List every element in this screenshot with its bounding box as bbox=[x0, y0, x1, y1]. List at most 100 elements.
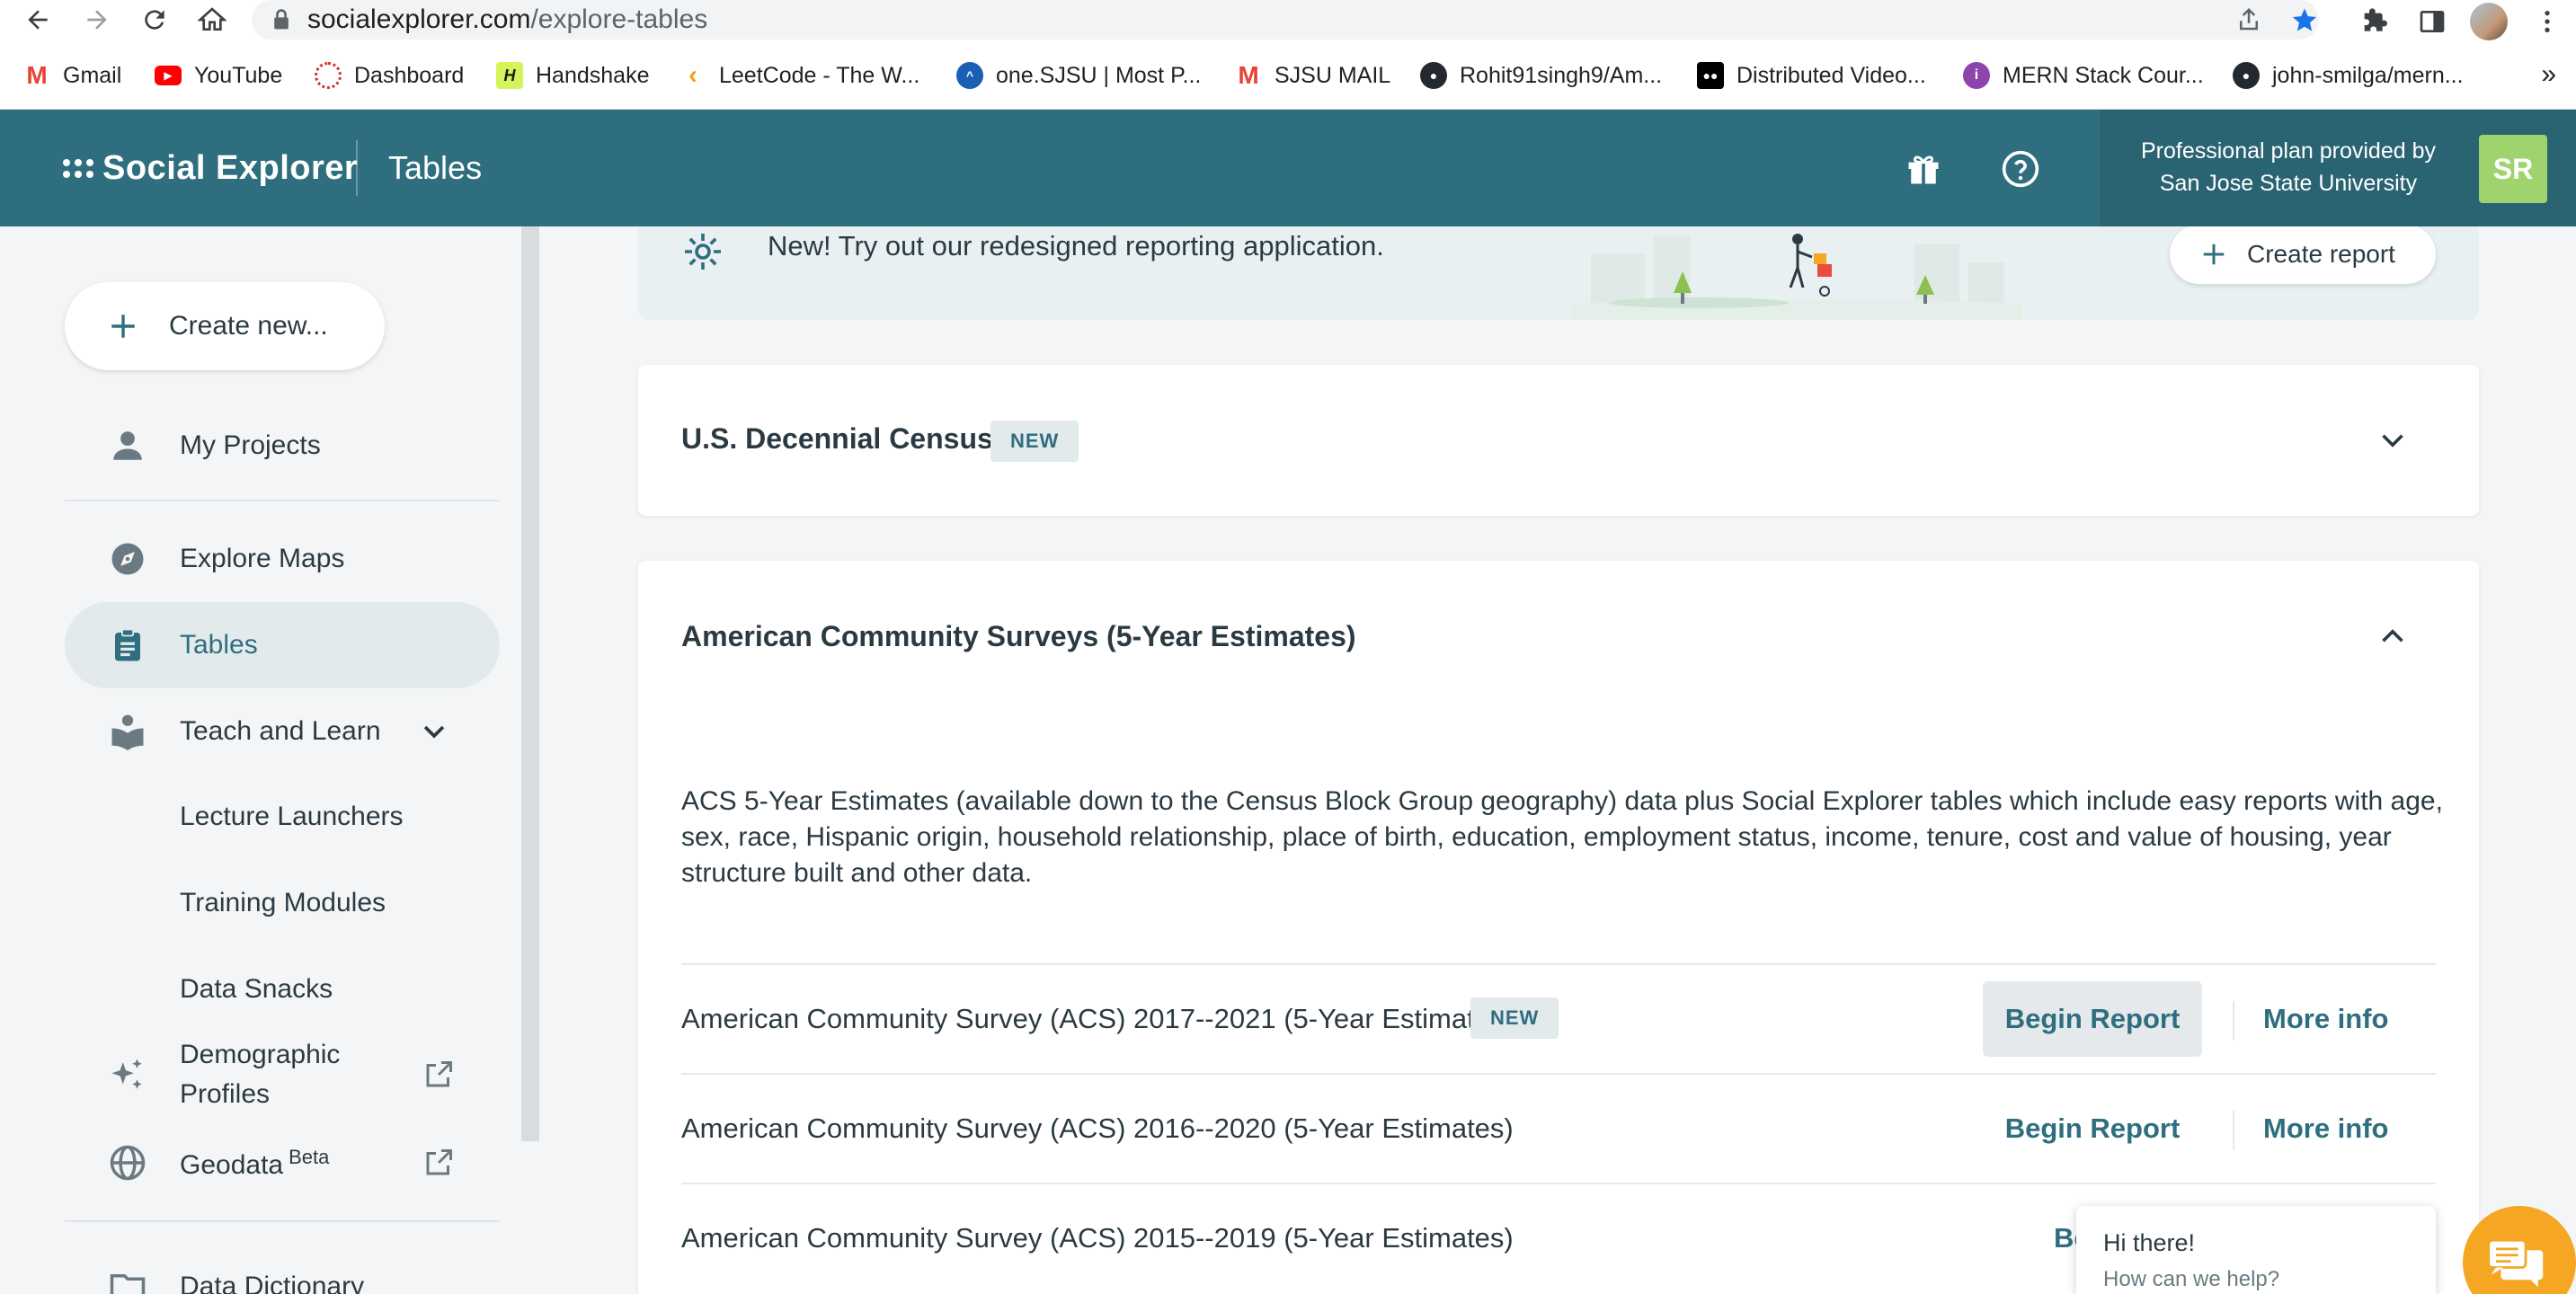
kebab-menu-icon bbox=[2545, 11, 2550, 32]
plan-info: Professional plan provided by San Jose S… bbox=[2100, 110, 2576, 226]
globe-icon bbox=[108, 1143, 147, 1183]
bookmark-dashboard[interactable]: Dashboard bbox=[315, 59, 464, 92]
banner-text: New! Try out our redesigned reporting ap… bbox=[768, 230, 1384, 261]
home-button[interactable] bbox=[194, 2, 230, 38]
sidebar: Create new... My Projects Explore Maps T… bbox=[0, 226, 521, 1294]
bookmark-one-sjsu[interactable]: ^ one.SJSU | Most P... bbox=[956, 59, 1201, 92]
brand-name: Social Explorer bbox=[102, 148, 359, 187]
plus-icon bbox=[2203, 244, 2225, 265]
begin-report-button[interactable]: Begin Report bbox=[1983, 1091, 2202, 1166]
leetcode-icon: ‹ bbox=[688, 60, 697, 90]
puzzle-icon bbox=[2364, 8, 2387, 31]
person-icon bbox=[108, 426, 147, 465]
chat-greeting: Hi there! bbox=[2103, 1229, 2196, 1256]
table-row: American Community Survey (ACS) 2017--20… bbox=[681, 963, 2436, 1073]
whats-new-button[interactable] bbox=[1902, 147, 1945, 191]
header-section-title: Tables bbox=[388, 149, 483, 186]
create-new-label: Create new... bbox=[169, 311, 328, 341]
url-text: socialexplorer.com/explore-tables bbox=[307, 4, 708, 34]
bookmark-youtube[interactable]: ▶ YouTube bbox=[155, 59, 282, 92]
sidebar-item-label: Tables bbox=[180, 630, 258, 660]
browser-profile-avatar[interactable] bbox=[2470, 3, 2508, 40]
handshake-icon: H bbox=[496, 62, 523, 89]
decennial-census-card[interactable]: U.S. Decennial Census NEW bbox=[638, 365, 2479, 516]
sidebar-subitem-lecture-launchers[interactable]: Lecture Launchers bbox=[180, 802, 404, 832]
social-explorer-logo[interactable]: Social Explorer bbox=[63, 146, 358, 191]
table-row: American Community Survey (ACS) 2016--20… bbox=[681, 1073, 2436, 1183]
plus-icon bbox=[111, 315, 135, 338]
back-button[interactable] bbox=[20, 2, 56, 38]
folder-icon bbox=[108, 1267, 147, 1294]
reload-icon bbox=[145, 10, 164, 30]
browser-menu-button[interactable] bbox=[2529, 4, 2565, 40]
sidebar-item-teach-and-learn[interactable]: Teach and Learn bbox=[65, 688, 500, 775]
side-panel-button[interactable] bbox=[2414, 4, 2450, 40]
bookmarks-bar: M Gmail ▶ YouTube Dashboard H Handshake ‹ Le… bbox=[0, 41, 2576, 110]
sparkle-burst-icon bbox=[685, 234, 721, 270]
sidebar-item-my-projects[interactable]: My Projects bbox=[65, 403, 500, 489]
create-new-button[interactable]: Create new... bbox=[65, 282, 385, 370]
sidebar-subitem-training-modules[interactable]: Training Modules bbox=[180, 888, 386, 918]
gmail-icon: M bbox=[26, 61, 48, 89]
plan-text: Professional plan provided by San Jose S… bbox=[2100, 135, 2477, 199]
create-report-button[interactable]: Create report bbox=[2170, 226, 2436, 284]
sidebar-divider bbox=[65, 500, 500, 501]
github-icon: ● bbox=[2233, 62, 2260, 89]
user-avatar[interactable]: SR bbox=[2479, 135, 2547, 203]
chat-greeting-bubble[interactable]: Hi there! How can we help? bbox=[2076, 1206, 2436, 1294]
chevron-up-icon[interactable] bbox=[2376, 620, 2409, 652]
github-icon: ● bbox=[1420, 62, 1447, 89]
bookmark-github-rohit[interactable]: ● Rohit91singh9/Am... bbox=[1420, 59, 1662, 92]
chat-launcher-button[interactable] bbox=[2463, 1206, 2576, 1294]
forward-button[interactable] bbox=[79, 2, 115, 38]
sidebar-item-explore-maps[interactable]: Explore Maps bbox=[65, 516, 500, 602]
begin-report-button[interactable]: Begin Report bbox=[1983, 981, 2202, 1057]
youtube-icon: ▶ bbox=[155, 66, 182, 85]
bookmark-mern-course[interactable]: i MERN Stack Cour... bbox=[1963, 59, 2204, 92]
beta-badge: Beta bbox=[289, 1145, 330, 1168]
sidebar-item-tables[interactable]: Tables bbox=[65, 602, 500, 688]
chat-bubbles-icon bbox=[2487, 1238, 2544, 1288]
new-badge: NEW bbox=[990, 421, 1079, 462]
share-icon bbox=[2240, 7, 2258, 31]
medium-icon: ●● bbox=[1697, 62, 1724, 89]
sidebar-item-label: Demographic Profiles bbox=[180, 1040, 341, 1109]
sjsu-icon: ^ bbox=[956, 62, 983, 89]
chevron-down-icon bbox=[423, 725, 445, 739]
header-divider bbox=[356, 140, 358, 196]
extensions-button[interactable] bbox=[2357, 4, 2393, 40]
survey-name: American Community Survey (ACS) 2015--20… bbox=[681, 1222, 1514, 1254]
lock-icon bbox=[274, 9, 289, 30]
reload-button[interactable] bbox=[137, 2, 173, 38]
bookmarks-overflow-button[interactable]: » bbox=[2541, 59, 2556, 90]
clipboard-icon bbox=[108, 625, 147, 665]
sidebar-item-label: My Projects bbox=[180, 430, 321, 460]
bookmark-star-button[interactable] bbox=[2288, 4, 2321, 36]
new-badge: NEW bbox=[1470, 997, 1559, 1039]
sidebar-subitem-data-snacks[interactable]: Data Snacks bbox=[180, 974, 333, 1005]
sparkle-icon bbox=[108, 1055, 147, 1095]
acs-card: American Community Surveys (5-Year Estim… bbox=[638, 561, 2479, 1294]
sidebar-scrollbar[interactable] bbox=[521, 226, 539, 1141]
share-button[interactable] bbox=[2233, 4, 2265, 36]
help-button[interactable] bbox=[1999, 147, 2042, 191]
bookmark-sjsu-mail[interactable]: M SJSU MAIL bbox=[1235, 59, 1390, 92]
acs-description: ACS 5-Year Estimates (available down to … bbox=[681, 786, 2443, 888]
bookmark-handshake[interactable]: H Handshake bbox=[496, 59, 649, 92]
bookmark-distributed-video[interactable]: ●● Distributed Video... bbox=[1697, 59, 1926, 92]
sidebar-divider bbox=[65, 1220, 500, 1222]
more-info-link[interactable]: More info bbox=[2263, 1112, 2389, 1145]
bookmark-gmail[interactable]: M Gmail bbox=[23, 59, 121, 92]
create-report-label: Create report bbox=[2247, 240, 2395, 268]
sidebar-item-data-dictionary[interactable]: Data Dictionary bbox=[65, 1244, 500, 1294]
row-separator bbox=[2233, 1001, 2234, 1041]
logo-dots-icon bbox=[63, 158, 93, 178]
more-info-link[interactable]: More info bbox=[2263, 1003, 2389, 1035]
chat-prompt: How can we help? bbox=[2103, 1267, 2280, 1291]
address-bar[interactable]: socialexplorer.com/explore-tables bbox=[252, 0, 2319, 40]
new-report-banner: New! Try out our redesigned reporting ap… bbox=[638, 226, 2479, 320]
arrow-left-icon bbox=[28, 10, 48, 30]
compass-icon bbox=[108, 539, 147, 579]
bookmark-leetcode[interactable]: ‹ LeetCode - The W... bbox=[680, 59, 919, 92]
bookmark-github-john[interactable]: ● john-smilga/mern... bbox=[2233, 59, 2464, 92]
